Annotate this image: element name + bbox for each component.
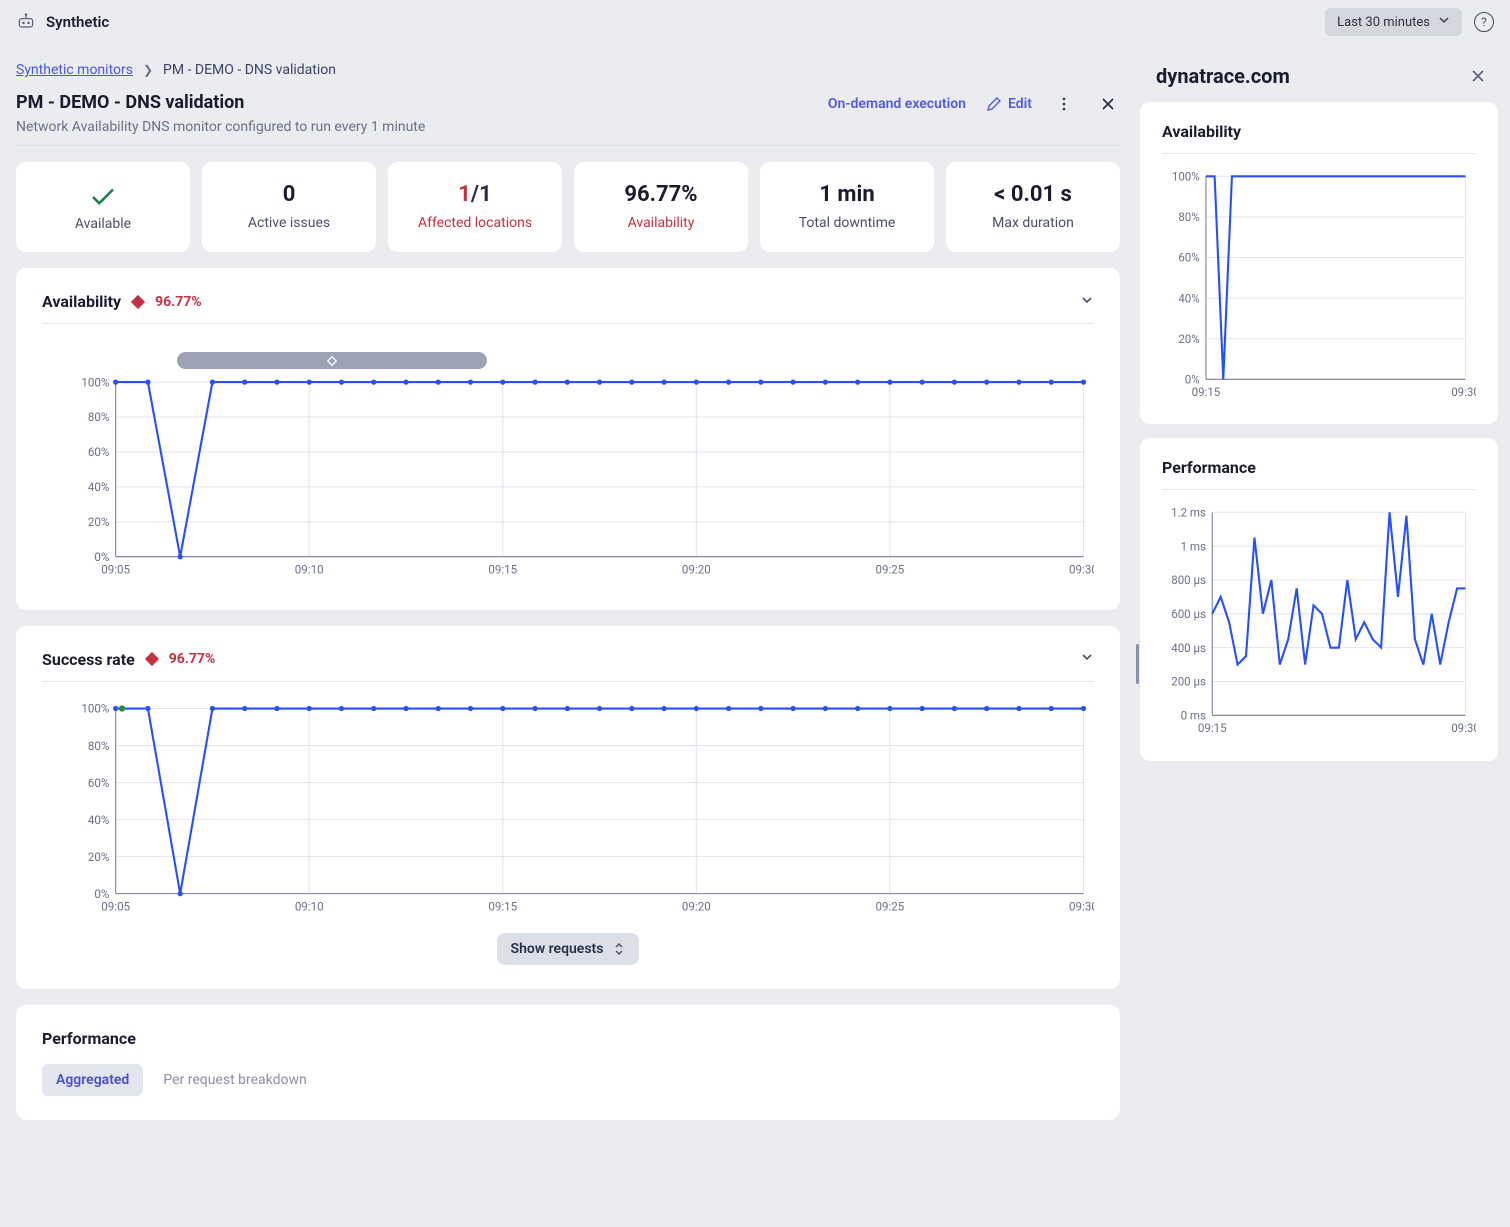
panel-success: Success rate 96.77% 0%20%40%60%80%100%09… <box>16 626 1120 989</box>
breadcrumb-current: PM - DEMO - DNS validation <box>163 62 336 78</box>
breadcrumb: Synthetic monitors ❯ PM - DEMO - DNS val… <box>16 44 1120 92</box>
panel-title: Success rate <box>42 650 135 669</box>
check-icon <box>26 182 180 216</box>
svg-text:09:10: 09:10 <box>295 899 324 913</box>
chevron-down-icon <box>1438 14 1450 30</box>
sidebar-title: dynatrace.com <box>1156 64 1290 88</box>
svg-text:80%: 80% <box>1178 210 1199 224</box>
sidebar-availability-chart[interactable]: 0%20%40%60%80%100%09:1509:30 <box>1162 170 1476 400</box>
app-title: Synthetic <box>46 13 109 31</box>
svg-text:20%: 20% <box>1178 332 1199 346</box>
svg-text:09:25: 09:25 <box>876 563 905 577</box>
problem-band[interactable] <box>177 352 487 369</box>
svg-text:09:30: 09:30 <box>1451 385 1476 399</box>
svg-text:09:25: 09:25 <box>875 899 904 913</box>
top-bar: Synthetic Last 30 minutes ? <box>0 0 1510 44</box>
svg-text:200 µs: 200 µs <box>1171 675 1206 689</box>
availability-chart[interactable]: 0%20%40%60%80%100%09:0509:1009:1509:2009… <box>42 340 1094 582</box>
tab-per-request[interactable]: Per request breakdown <box>149 1064 320 1096</box>
svg-text:09:30: 09:30 <box>1451 721 1476 735</box>
svg-text:60%: 60% <box>88 445 109 459</box>
svg-text:40%: 40% <box>1178 291 1199 305</box>
more-menu-button[interactable] <box>1052 92 1076 116</box>
diamond-outline-icon <box>326 355 338 367</box>
svg-text:09:15: 09:15 <box>1192 385 1221 399</box>
svg-text:60%: 60% <box>1178 251 1199 265</box>
svg-text:80%: 80% <box>88 410 109 424</box>
svg-text:1 ms: 1 ms <box>1181 540 1206 554</box>
kpi-availability: 96.77% Availability <box>574 162 748 252</box>
svg-text:20%: 20% <box>88 515 109 529</box>
svg-text:09:30: 09:30 <box>1069 563 1094 577</box>
close-button[interactable] <box>1096 92 1120 116</box>
svg-text:100%: 100% <box>1172 170 1200 183</box>
chevron-down-icon <box>1080 650 1094 664</box>
diamond-icon <box>145 652 159 666</box>
panel-performance: Performance Aggregated Per request break… <box>16 1005 1120 1120</box>
svg-text:09:05: 09:05 <box>101 563 130 577</box>
page-title: PM - DEMO - DNS validation <box>16 92 425 113</box>
app-icon <box>16 12 36 32</box>
sidebar-performance-chart[interactable]: 0 ms200 µs400 µs600 µs800 µs1 ms1.2 ms09… <box>1162 506 1476 736</box>
breadcrumb-root[interactable]: Synthetic monitors <box>16 62 133 78</box>
close-icon <box>1100 96 1116 112</box>
svg-text:09:30: 09:30 <box>1069 899 1094 913</box>
kpi-maxdur: < 0.01 s Max duration <box>946 162 1120 252</box>
ondemand-button[interactable]: On-demand execution <box>828 96 966 112</box>
panel-title: Availability <box>42 292 121 311</box>
kpi-available: Available <box>16 162 190 252</box>
svg-text:09:20: 09:20 <box>682 899 711 913</box>
chevron-right-icon: ❯ <box>143 63 153 77</box>
svg-text:09:15: 09:15 <box>488 563 517 577</box>
svg-text:400 µs: 400 µs <box>1171 641 1206 655</box>
close-icon <box>1471 69 1485 83</box>
svg-text:100%: 100% <box>81 375 109 389</box>
svg-text:600 µs: 600 µs <box>1171 607 1206 621</box>
resize-handle[interactable] <box>1136 44 1140 1227</box>
panel-title: Performance <box>42 1029 1094 1048</box>
page-subtitle: Network Availability DNS monitor configu… <box>16 119 425 135</box>
collapse-toggle[interactable] <box>1080 293 1094 311</box>
svg-text:1.2 ms: 1.2 ms <box>1171 506 1206 519</box>
sidebar-close-button[interactable] <box>1466 64 1490 88</box>
dots-vertical-icon <box>1056 96 1072 112</box>
svg-text:40%: 40% <box>88 480 109 494</box>
diamond-icon <box>131 294 145 308</box>
sidebar-availability-card: Availability 0%20%40%60%80%100%09:1509:3… <box>1140 102 1498 424</box>
svg-text:40%: 40% <box>88 813 109 827</box>
svg-text:09:10: 09:10 <box>295 563 324 577</box>
svg-text:09:20: 09:20 <box>682 563 711 577</box>
kpi-issues: 0 Active issues <box>202 162 376 252</box>
tab-aggregated[interactable]: Aggregated <box>42 1064 143 1096</box>
edit-button[interactable]: Edit <box>986 96 1032 112</box>
show-requests-button[interactable]: Show requests <box>497 933 640 965</box>
svg-text:20%: 20% <box>88 850 109 864</box>
kpi-affected: 1/1 Affected locations <box>388 162 562 252</box>
sidebar-performance-card: Performance 0 ms200 µs400 µs600 µs800 µs… <box>1140 438 1498 760</box>
success-chart[interactable]: 0%20%40%60%80%100%09:0509:1009:1509:2009… <box>42 698 1094 919</box>
pencil-icon <box>986 96 1002 112</box>
help-icon[interactable]: ? <box>1474 12 1494 32</box>
svg-text:100%: 100% <box>81 702 109 716</box>
svg-text:60%: 60% <box>88 776 109 790</box>
timeframe-label: Last 30 minutes <box>1337 15 1430 30</box>
svg-text:09:15: 09:15 <box>1198 721 1227 735</box>
svg-text:09:15: 09:15 <box>488 899 517 913</box>
kpi-downtime: 1 min Total downtime <box>760 162 934 252</box>
svg-text:800 µs: 800 µs <box>1171 573 1206 587</box>
kpi-row: Available 0 Active issues 1/1 Affected l… <box>16 162 1120 252</box>
timeframe-selector[interactable]: Last 30 minutes <box>1325 8 1462 36</box>
collapse-toggle[interactable] <box>1080 650 1094 668</box>
svg-text:09:05: 09:05 <box>101 899 130 913</box>
panel-availability: Availability 96.77% 0%20%40%60%80%100%09… <box>16 268 1120 610</box>
svg-text:80%: 80% <box>88 739 109 753</box>
chevron-down-icon <box>1080 293 1094 307</box>
sort-icon <box>613 942 625 956</box>
